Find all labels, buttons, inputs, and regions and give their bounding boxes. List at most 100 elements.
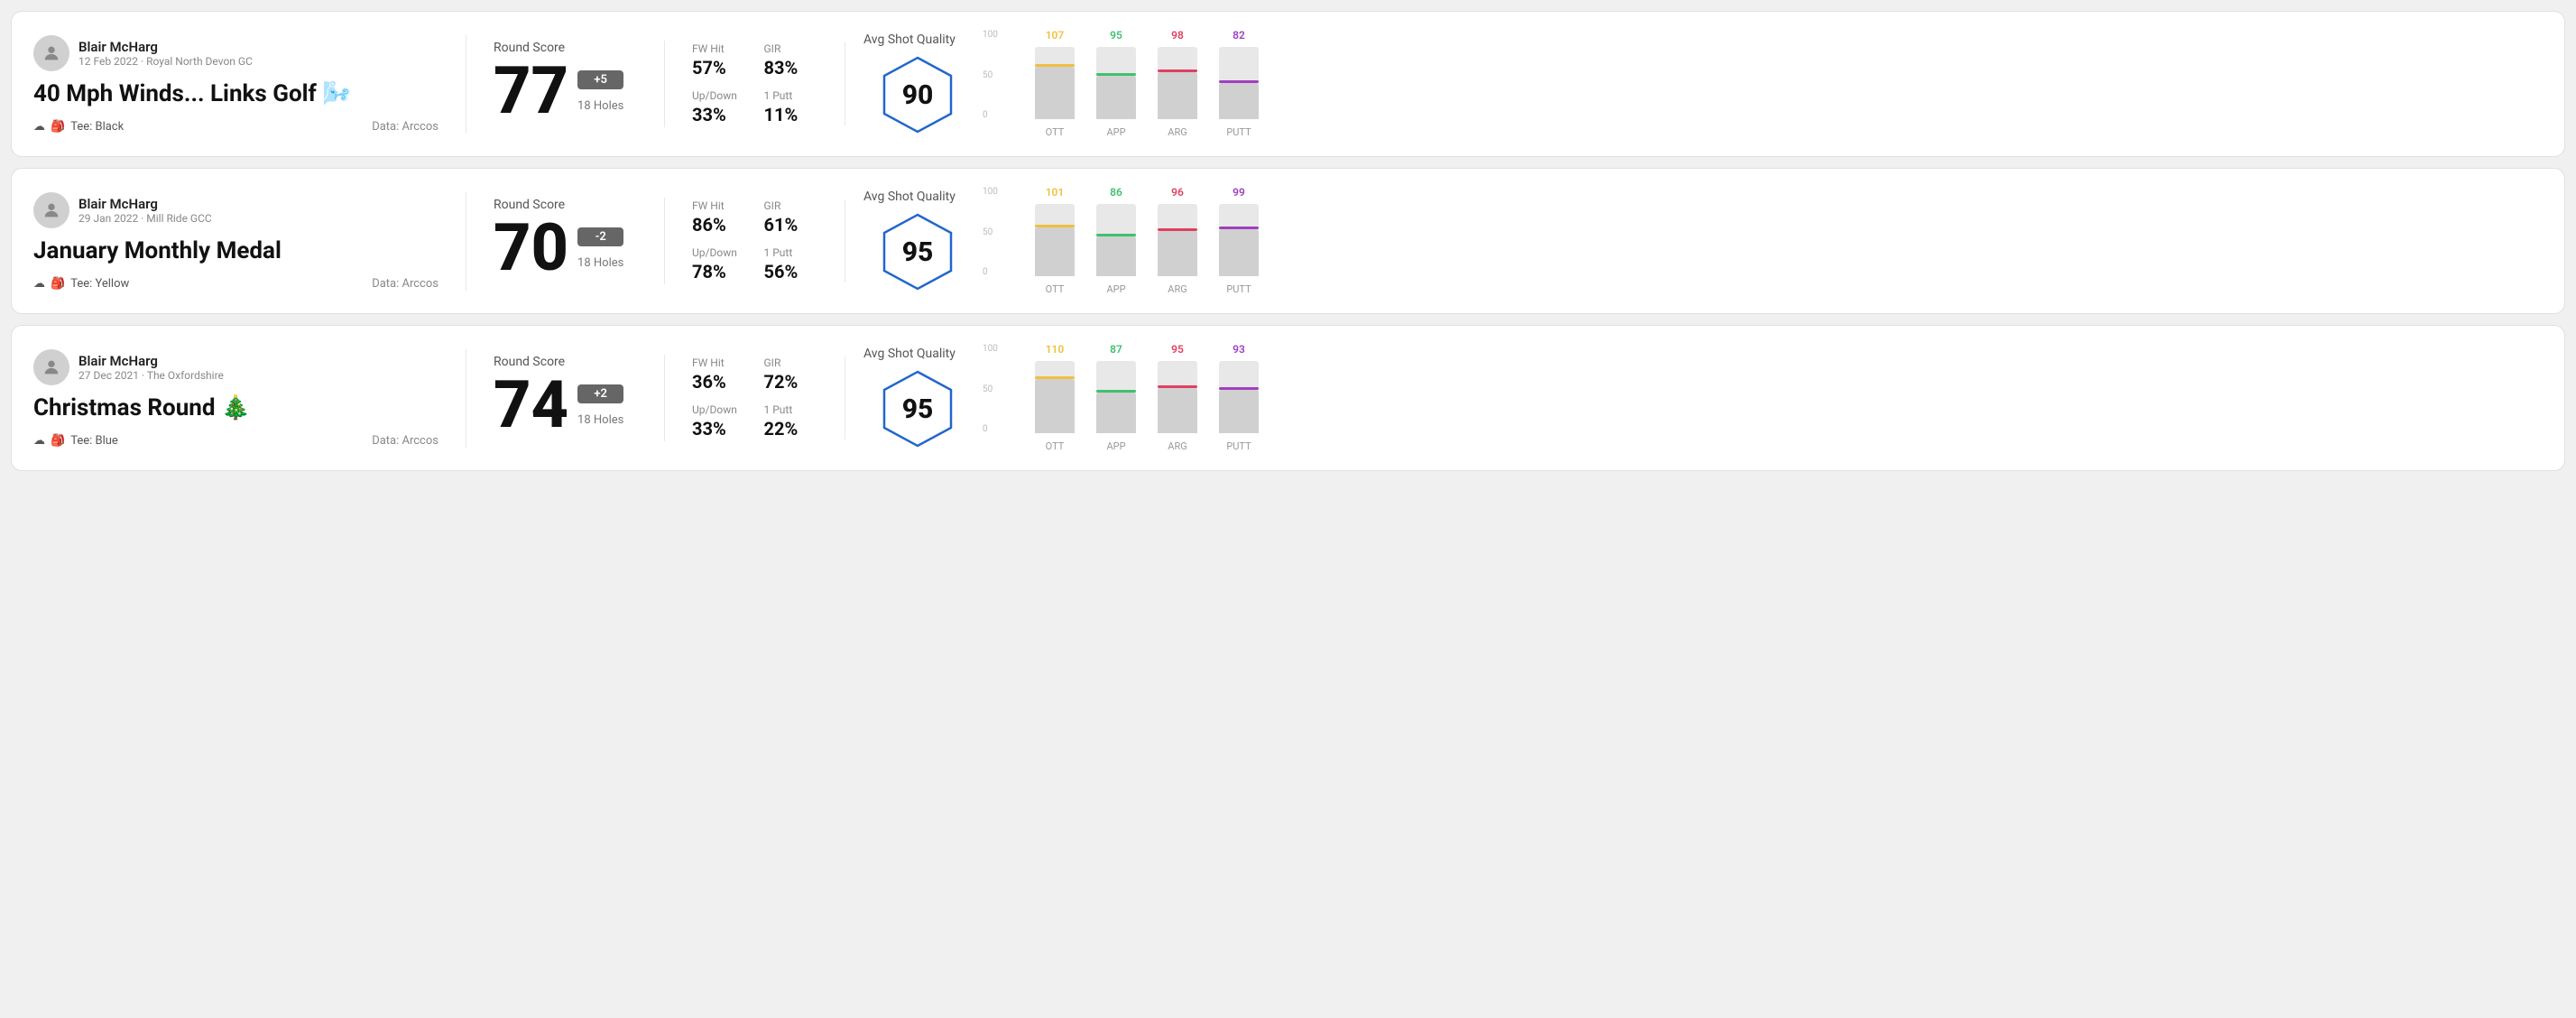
chart-column: 86 APP — [1096, 186, 1136, 295]
oneputt-stat: 1 Putt 56% — [764, 246, 818, 282]
score-big: 77 — [494, 59, 568, 124]
user-name: Blair McHarg — [78, 196, 212, 212]
round-card-3: Blair McHarg 27 Dec 2021 · The Oxfordshi… — [11, 325, 2565, 471]
chart-section: 100 50 0 110 OTT 87 APP 95 ARG — [990, 344, 2543, 452]
hexagon-score: 95 — [902, 236, 934, 268]
gir-value: 83% — [764, 57, 818, 79]
bar-value: 107 — [1046, 29, 1065, 42]
oneputt-value: 22% — [764, 418, 818, 440]
gir-label: GIR — [764, 356, 818, 369]
chart-label: PUTT — [1226, 283, 1251, 295]
score-big: 74 — [494, 373, 568, 438]
gir-value: 61% — [764, 214, 818, 236]
chart-label: ARG — [1168, 283, 1186, 295]
bar-line — [1096, 234, 1136, 236]
chart-label: ARG — [1168, 126, 1186, 138]
left-section: Blair McHarg 27 Dec 2021 · The Oxfordshi… — [33, 349, 466, 448]
score-badge: +2 — [577, 384, 623, 403]
stats-grid: FW Hit 36% GIR 72% Up/Down 33% 1 Putt 22… — [692, 356, 817, 440]
chart-column: 110 OTT — [1035, 343, 1075, 452]
bar-fill — [1035, 227, 1075, 276]
bar-value: 93 — [1233, 343, 1245, 356]
bar-fill — [1096, 236, 1136, 276]
hexagon-container: 90 — [877, 54, 958, 135]
gir-stat: GIR 61% — [764, 199, 818, 236]
middle-section: Round Score 70 -2 18 Holes — [466, 198, 665, 284]
chart-column: 107 OTT — [1035, 29, 1075, 138]
oneputt-label: 1 Putt — [764, 246, 818, 259]
bar-line — [1158, 385, 1197, 388]
fw-hit-value: 36% — [692, 371, 746, 393]
cloud-icon: ☁ — [33, 120, 45, 134]
quality-label: Avg Shot Quality — [863, 32, 956, 47]
bar-wrapper — [1035, 204, 1075, 276]
updown-label: Up/Down — [692, 89, 746, 102]
bar-value: 95 — [1171, 343, 1184, 356]
bar-line — [1219, 80, 1259, 83]
chart-section: 100 50 0 101 OTT 86 APP 96 ARG — [990, 187, 2543, 295]
fw-hit-value: 57% — [692, 57, 746, 79]
bar-value: 101 — [1046, 186, 1065, 199]
bag-icon: 🎒 — [51, 277, 65, 291]
quality-section: Avg Shot Quality 90 — [845, 32, 990, 135]
score-big: 70 — [494, 216, 568, 281]
bottom-row: ☁ 🎒 Tee: Blue Data: Arccos — [33, 434, 439, 448]
bar-line — [1158, 69, 1197, 72]
bar-wrapper — [1219, 204, 1259, 276]
chart-column: 95 ARG — [1158, 343, 1197, 452]
chart-column: 101 OTT — [1035, 186, 1075, 295]
tee-info: ☁ 🎒 Tee: Blue — [33, 434, 118, 448]
fw-hit-stat: FW Hit 86% — [692, 199, 746, 236]
bar-line — [1096, 73, 1136, 76]
updown-value: 78% — [692, 261, 746, 282]
chart-column: 93 PUTT — [1219, 343, 1259, 452]
stats-grid: FW Hit 57% GIR 83% Up/Down 33% 1 Putt 11… — [692, 42, 817, 125]
middle-section: Round Score 77 +5 18 Holes — [466, 41, 665, 127]
stats-grid: FW Hit 86% GIR 61% Up/Down 78% 1 Putt 56… — [692, 199, 817, 282]
holes-text: 18 Holes — [577, 413, 623, 427]
left-section: Blair McHarg 12 Feb 2022 · Royal North D… — [33, 35, 466, 134]
hexagon-score: 95 — [902, 393, 934, 425]
holes-text: 18 Holes — [577, 99, 623, 113]
oneputt-stat: 1 Putt 11% — [764, 89, 818, 125]
oneputt-label: 1 Putt — [764, 89, 818, 102]
user-name: Blair McHarg — [78, 353, 224, 369]
score-badge: +5 — [577, 70, 623, 89]
bar-fill — [1035, 379, 1075, 433]
hexagon-container: 95 — [877, 368, 958, 449]
bar-wrapper — [1096, 361, 1136, 433]
chart-label: OTT — [1046, 283, 1065, 295]
bar-line — [1096, 390, 1136, 393]
gir-label: GIR — [764, 42, 818, 55]
avatar — [33, 35, 69, 71]
bar-wrapper — [1158, 204, 1197, 276]
tee-label: Tee: Black — [70, 120, 124, 134]
holes-text: 18 Holes — [577, 256, 623, 270]
chart-label: APP — [1106, 283, 1125, 295]
bag-icon: 🎒 — [51, 434, 65, 448]
cloud-icon: ☁ — [33, 277, 45, 291]
fw-hit-label: FW Hit — [692, 42, 746, 55]
chart-column: 87 APP — [1096, 343, 1136, 452]
quality-label: Avg Shot Quality — [863, 347, 956, 361]
chart-column: 96 ARG — [1158, 186, 1197, 295]
gir-stat: GIR 83% — [764, 42, 818, 79]
bottom-row: ☁ 🎒 Tee: Black Data: Arccos — [33, 120, 439, 134]
fw-hit-label: FW Hit — [692, 199, 746, 212]
bar-wrapper — [1035, 361, 1075, 433]
stats-section: FW Hit 36% GIR 72% Up/Down 33% 1 Putt 22… — [665, 356, 845, 440]
tee-info: ☁ 🎒 Tee: Black — [33, 120, 124, 134]
chart-label: ARG — [1168, 440, 1186, 452]
round-card-2: Blair McHarg 29 Jan 2022 · Mill Ride GCC… — [11, 168, 2565, 314]
bar-fill — [1035, 67, 1075, 119]
round-title: 40 Mph Winds... Links Golf 🌬️ — [33, 80, 439, 107]
data-source: Data: Arccos — [372, 434, 439, 448]
updown-stat: Up/Down 33% — [692, 89, 746, 125]
user-row: Blair McHarg 12 Feb 2022 · Royal North D… — [33, 35, 439, 71]
bar-fill — [1158, 231, 1197, 276]
bar-line — [1219, 387, 1259, 390]
chart-label: OTT — [1046, 126, 1065, 138]
chart-label: PUTT — [1226, 126, 1251, 138]
bar-wrapper — [1158, 361, 1197, 433]
data-source: Data: Arccos — [372, 277, 439, 291]
